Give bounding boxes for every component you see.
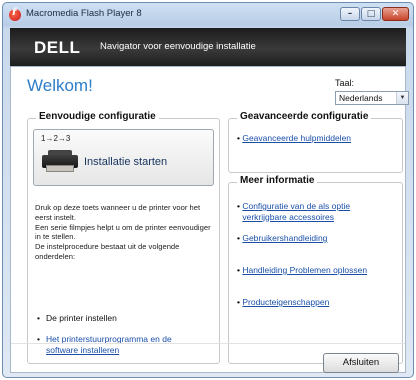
chevron-down-icon[interactable]: ▼: [396, 92, 408, 104]
user-guide-link[interactable]: Gebruikershandleiding: [242, 233, 327, 243]
welcome-heading: Welkom!: [27, 76, 93, 95]
footer-divider: [11, 343, 405, 344]
minimize-button[interactable]: –: [340, 7, 360, 21]
dell-logo: DELL: [34, 38, 81, 57]
simple-config-title: Eenvoudige configuratie: [36, 111, 159, 122]
advanced-tools-link[interactable]: Geavanceerde hulpmiddelen: [242, 133, 351, 143]
description-line: De instelprocedure bestaat uit de volgen…: [35, 242, 180, 261]
title-bar[interactable]: Macromedia Flash Player 8 – □ ✕: [3, 3, 413, 27]
bullet-text: De printer instellen: [46, 313, 117, 323]
install-description: Druk op deze toets wanneer u de printer …: [35, 203, 217, 262]
description-line: Een serie filmpjes helpt u om de printer…: [35, 222, 211, 242]
more-info-panel: Meer informatie • Configuratie van de al…: [228, 175, 403, 364]
window-title: Macromedia Flash Player 8: [26, 8, 142, 19]
steps-indicator: 1→2→3: [41, 134, 71, 143]
accessories-config-link[interactable]: Configuratie van de als optie verkrijgba…: [242, 201, 382, 222]
info-item-user-guide: • Gebruikershandleiding: [237, 233, 327, 244]
app-window: Macromedia Flash Player 8 – □ ✕ DELL Nav…: [2, 2, 414, 378]
troubleshooting-link[interactable]: Handleiding Problemen oplossen: [242, 265, 367, 275]
product-features-link[interactable]: Producteigenschappen: [242, 297, 329, 307]
header-banner: DELL Navigator voor eenvoudige installat…: [10, 28, 406, 66]
bullet-icon: •: [37, 313, 40, 323]
description-line: Druk op deze toets wanneer u de printer …: [35, 203, 201, 222]
advanced-tools-item: • Geavanceerde hulpmiddelen: [237, 133, 351, 143]
bullet-item-printer-setup: • De printer instellen: [37, 313, 117, 324]
language-select[interactable]: Nederlands ▼: [335, 91, 409, 105]
start-installation-label: Installatie starten: [84, 156, 168, 168]
advanced-config-title: Geavanceerde configuratie: [237, 111, 372, 122]
info-item-features: • Producteigenschappen: [237, 297, 329, 308]
close-window-button[interactable]: ✕: [382, 7, 409, 21]
driver-install-link[interactable]: Het printerstuurprogramma en de software…: [46, 334, 206, 355]
language-value: Nederlands: [339, 93, 383, 103]
info-item-troubleshooting: • Handleiding Problemen oplossen: [237, 265, 367, 276]
printer-icon: [42, 150, 78, 172]
bullet-item-driver-install: • Het printerstuurprogramma en de softwar…: [37, 334, 206, 355]
flash-player-icon: [9, 7, 21, 21]
info-item-accessories: • Configuratie van de als optie verkrijg…: [237, 201, 382, 222]
exit-button[interactable]: Afsluiten: [323, 353, 399, 373]
more-info-title: Meer informatie: [237, 175, 318, 186]
language-label: Taal:: [335, 78, 355, 88]
simple-config-panel: Eenvoudige configuratie 1→2→3 Installati…: [27, 111, 220, 364]
start-installation-button[interactable]: 1→2→3 Installatie starten: [33, 129, 214, 186]
main-content: Welkom! Taal: Nederlands ▼ Eenvoudige co…: [10, 66, 409, 373]
maximize-button[interactable]: □: [361, 7, 381, 21]
banner-subtitle: Navigator voor eenvoudige installatie: [100, 41, 256, 52]
advanced-config-panel: Geavanceerde configuratie • Geavanceerde…: [228, 111, 403, 173]
